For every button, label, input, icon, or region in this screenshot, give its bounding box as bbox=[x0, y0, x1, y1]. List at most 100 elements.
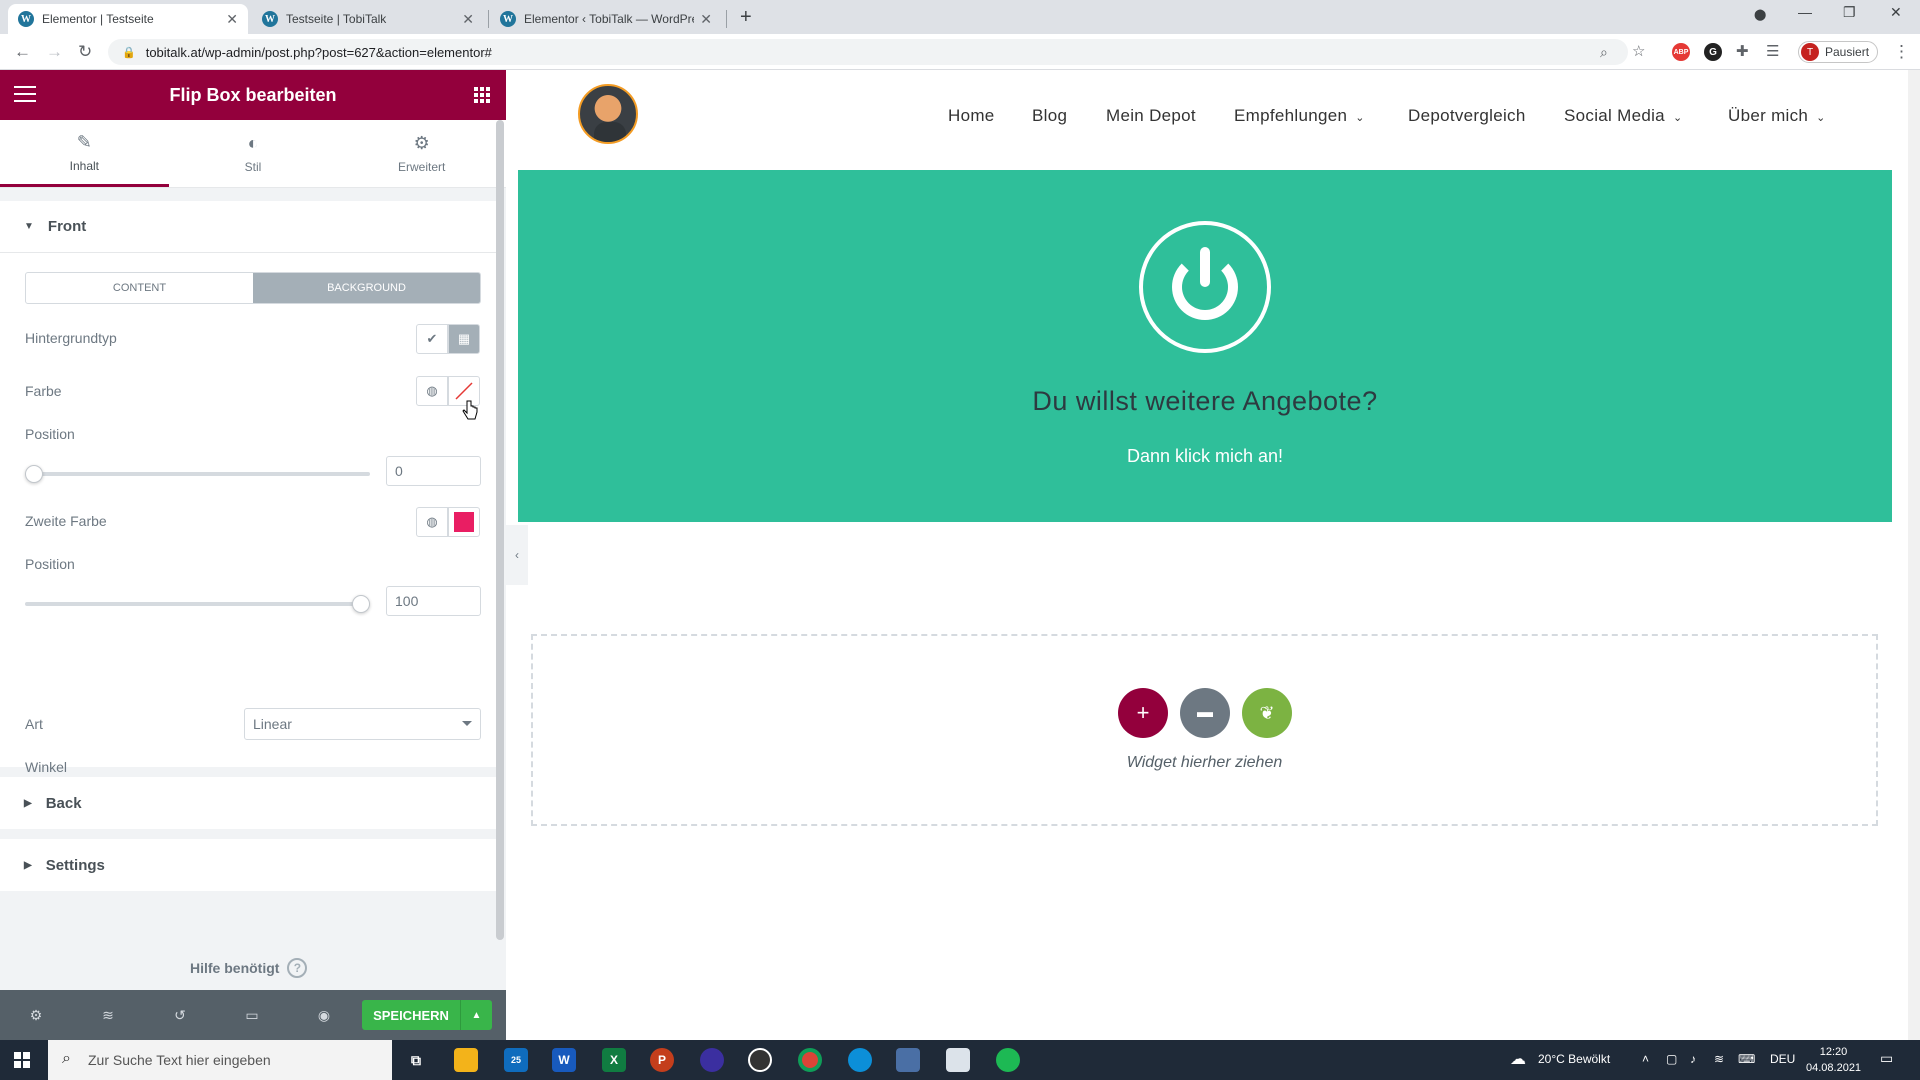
site-logo[interactable] bbox=[578, 84, 638, 144]
browser-menu-icon[interactable]: ⋮ bbox=[1893, 42, 1910, 62]
folder-icon[interactable]: ▬ bbox=[1180, 688, 1230, 738]
tab-stil[interactable]: ◐ Stil bbox=[169, 120, 338, 187]
app-icon[interactable] bbox=[700, 1048, 724, 1072]
front-section-header[interactable]: ▼ Front bbox=[0, 201, 496, 253]
volume-icon[interactable]: ♪ bbox=[1690, 1052, 1696, 1066]
restore-icon[interactable]: ❐ bbox=[1843, 4, 1856, 21]
word-icon[interactable]: W bbox=[552, 1048, 576, 1072]
hamburger-menu-icon[interactable] bbox=[14, 86, 36, 107]
preview-eye-icon[interactable]: ◉ bbox=[288, 1007, 360, 1024]
chevron-up-icon[interactable]: ˄ bbox=[1642, 1052, 1649, 1066]
new-tab-icon[interactable]: + bbox=[740, 6, 752, 29]
meet-now-icon[interactable]: ▢ bbox=[1666, 1052, 1677, 1066]
tab-search-icon[interactable]: ⬤ bbox=[1754, 8, 1766, 21]
art-select[interactable]: Linear bbox=[244, 708, 481, 740]
forward-arrow-icon[interactable]: → bbox=[46, 42, 63, 62]
minimize-icon[interactable]: — bbox=[1798, 4, 1812, 20]
edge-icon[interactable] bbox=[848, 1048, 872, 1072]
bookmark-star-icon[interactable]: ☆ bbox=[1632, 42, 1645, 60]
tab-title: Elementor | Testseite bbox=[42, 12, 154, 26]
panel-scrollbar[interactable] bbox=[496, 120, 504, 940]
globe-icon[interactable]: ◍ bbox=[416, 376, 448, 406]
back-section-header[interactable]: ▶ Back bbox=[0, 777, 496, 829]
slider-handle[interactable] bbox=[352, 595, 370, 613]
widgets-grid-icon[interactable] bbox=[474, 87, 490, 103]
position-input[interactable]: 0 bbox=[386, 456, 481, 486]
chrome-icon[interactable] bbox=[798, 1048, 822, 1072]
save-options-icon[interactable]: ▲ bbox=[460, 1000, 492, 1030]
menu-ueber-mich[interactable]: Über mich ⌄ bbox=[1728, 106, 1826, 126]
help-text: Hilfe benötigt bbox=[190, 960, 280, 976]
history-icon[interactable]: ↺ bbox=[144, 1007, 216, 1024]
slider-handle[interactable] bbox=[25, 465, 43, 483]
help-link[interactable]: Hilfe benötigt ? bbox=[190, 958, 308, 978]
globe-icon[interactable]: ◍ bbox=[416, 507, 448, 537]
menu-depotvergleich[interactable]: Depotvergleich bbox=[1408, 106, 1526, 126]
window-close-icon[interactable]: ✕ bbox=[1890, 4, 1902, 21]
tab-erweitert[interactable]: ⚙ Erweitert bbox=[337, 120, 506, 187]
file-explorer-icon[interactable] bbox=[454, 1048, 478, 1072]
position-2-input[interactable]: 100 bbox=[386, 586, 481, 616]
task-view-icon[interactable]: ⧉ bbox=[404, 1048, 428, 1072]
spotify-icon[interactable] bbox=[996, 1048, 1020, 1072]
segment-content[interactable]: Content bbox=[26, 273, 253, 303]
responsive-mode-icon[interactable]: ▭ bbox=[216, 1007, 288, 1024]
navigator-layers-icon[interactable]: ≋ bbox=[72, 1007, 144, 1024]
gear-icon: ⚙ bbox=[413, 133, 430, 153]
collapse-panel-icon[interactable]: ‹ bbox=[506, 525, 528, 585]
back-arrow-icon[interactable]: ← bbox=[14, 42, 31, 62]
reload-icon[interactable]: ↻ bbox=[78, 42, 92, 62]
brush-icon[interactable]: ✔ bbox=[416, 324, 448, 354]
url-field[interactable]: 🔒 tobitalk.at/wp-admin/post.php?post=627… bbox=[108, 39, 1628, 65]
tab-label: Erweitert bbox=[398, 160, 446, 174]
settings-gear-icon[interactable]: ⚙ bbox=[0, 1007, 72, 1024]
pencil-icon: ✎ bbox=[76, 131, 92, 152]
position-slider[interactable] bbox=[25, 465, 370, 483]
menu-home[interactable]: Home bbox=[948, 106, 995, 126]
excel-icon[interactable]: X bbox=[602, 1048, 626, 1072]
farbe-label: Farbe bbox=[25, 383, 62, 399]
menu-mein-depot[interactable]: Mein Depot bbox=[1106, 106, 1196, 126]
save-button[interactable]: SPEICHERN bbox=[362, 1000, 460, 1030]
app-icon-2[interactable] bbox=[896, 1048, 920, 1072]
obs-icon[interactable] bbox=[748, 1048, 772, 1072]
position-2-slider[interactable] bbox=[25, 595, 370, 613]
browser-tab-elementor[interactable]: W Elementor | Testseite ✕ bbox=[8, 4, 248, 34]
keyboard-icon[interactable]: ⌨ bbox=[1738, 1052, 1755, 1066]
gradient-icon[interactable]: ▦ bbox=[448, 324, 480, 354]
wifi-icon[interactable]: ≋ bbox=[1714, 1052, 1724, 1066]
reading-list-icon[interactable]: ☰ bbox=[1766, 42, 1779, 60]
app-icon-3[interactable] bbox=[946, 1048, 970, 1072]
adblock-icon[interactable]: ABP bbox=[1672, 43, 1690, 61]
grammarly-icon[interactable]: G bbox=[1704, 43, 1722, 61]
segment-background[interactable]: Background bbox=[253, 273, 480, 303]
close-icon[interactable]: ✕ bbox=[226, 11, 238, 28]
notification-icon[interactable]: ▭ bbox=[1880, 1050, 1893, 1067]
widget-drop-zone[interactable]: + ▬ ❦ Widget hierher ziehen bbox=[531, 634, 1878, 826]
question-icon: ? bbox=[287, 958, 308, 978]
browser-tab-wordpress[interactable]: W Elementor ‹ TobiTalk — WordPre ✕ bbox=[490, 4, 722, 34]
close-icon[interactable]: ✕ bbox=[700, 11, 712, 28]
clock[interactable]: 12:20 04.08.2021 bbox=[1806, 1044, 1861, 1076]
settings-section-header[interactable]: ▶ Settings bbox=[0, 839, 496, 891]
language-indicator[interactable]: DEU bbox=[1770, 1052, 1795, 1066]
browser-tab-testseite[interactable]: W Testseite | TobiTalk ✕ bbox=[252, 4, 484, 34]
menu-social-media[interactable]: Social Media ⌄ bbox=[1564, 106, 1682, 126]
profile-button[interactable]: T Pausiert bbox=[1798, 41, 1879, 63]
leaf-icon[interactable]: ❦ bbox=[1242, 688, 1292, 738]
second-color-swatch[interactable] bbox=[448, 507, 480, 537]
page-scrollbar[interactable] bbox=[1908, 70, 1920, 1040]
weather-text[interactable]: 20°C Bewölkt bbox=[1538, 1052, 1610, 1066]
mail-icon[interactable]: 25 bbox=[504, 1048, 528, 1072]
zoom-icon[interactable]: ⌕ bbox=[1600, 44, 1608, 61]
tab-inhalt[interactable]: ✎ Inhalt bbox=[0, 120, 169, 187]
windows-start-icon[interactable] bbox=[14, 1052, 30, 1068]
add-section-button[interactable]: + bbox=[1118, 688, 1168, 738]
flip-box[interactable]: Du willst weitere Angebote? Dann klick m… bbox=[518, 170, 1892, 522]
extensions-puzzle-icon[interactable]: ✚ bbox=[1736, 42, 1749, 60]
powerpoint-icon[interactable]: P bbox=[650, 1048, 674, 1072]
menu-empfehlungen[interactable]: Empfehlungen ⌄ bbox=[1234, 106, 1365, 126]
taskbar-search[interactable]: ⌕ Zur Suche Text hier eingeben bbox=[48, 1040, 392, 1080]
close-icon[interactable]: ✕ bbox=[462, 11, 474, 28]
menu-blog[interactable]: Blog bbox=[1032, 106, 1067, 126]
